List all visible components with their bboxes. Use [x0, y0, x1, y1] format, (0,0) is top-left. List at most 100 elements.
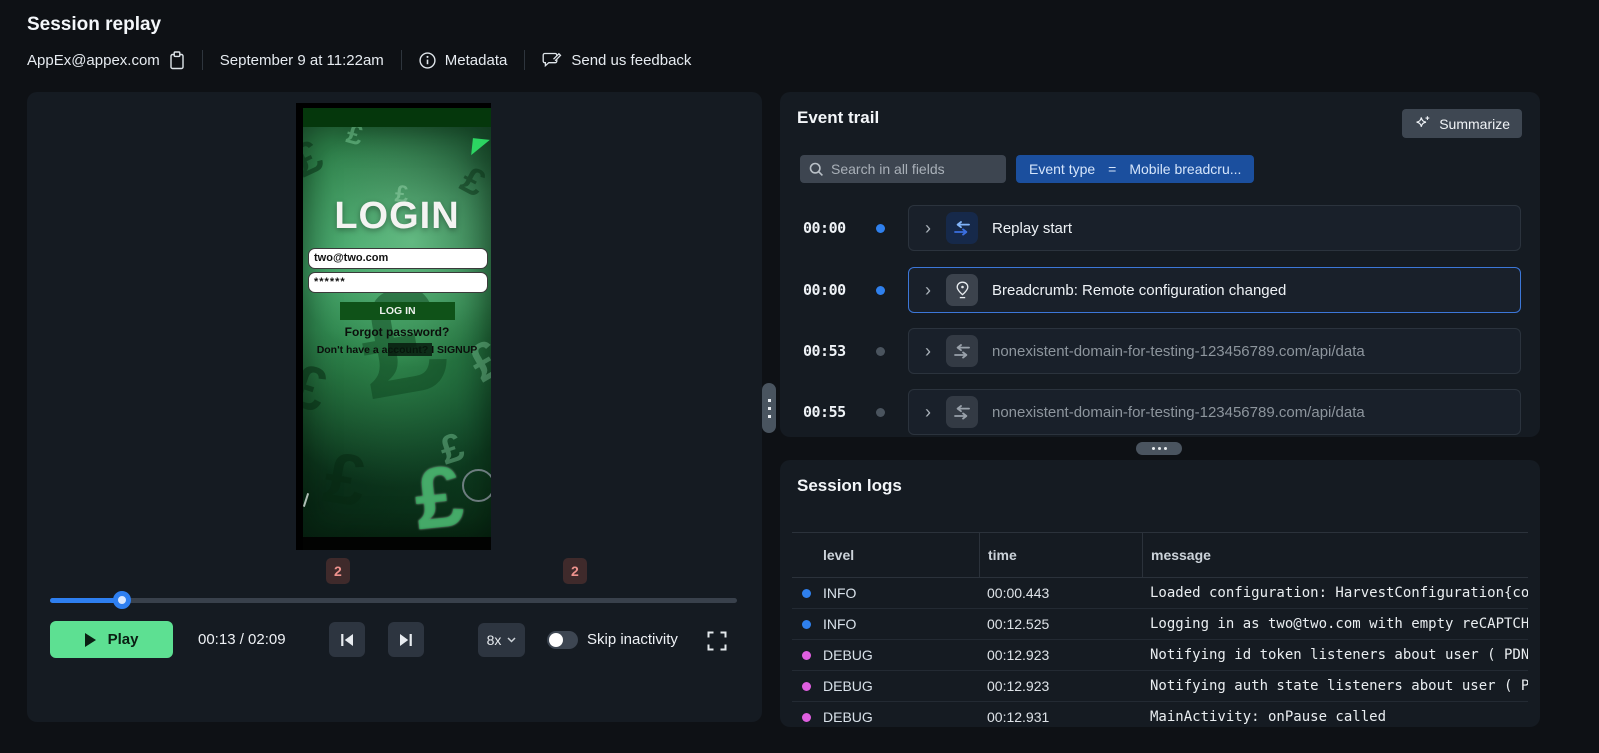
phone-bottom-bar [303, 537, 491, 550]
next-breadcrumb-button[interactable] [388, 622, 424, 657]
video-artifact [303, 493, 310, 507]
event-search[interactable] [800, 155, 1006, 183]
chevron-right-icon[interactable]: › [925, 403, 931, 421]
log-level: INFO [792, 585, 979, 601]
event-row: 00:00 › Replay start [780, 205, 1540, 251]
replay-video[interactable]: LOGIN two@two.com ****** LOG IN Forgot p… [296, 103, 491, 550]
log-level: DEBUG [792, 647, 979, 663]
metadata-button[interactable]: Metadata [419, 51, 508, 69]
log-level: INFO [792, 616, 979, 632]
password-field[interactable]: ****** [308, 272, 488, 293]
log-message: Logging in as two@two.com with empty reC… [1150, 616, 1528, 632]
timeline-marker-badge[interactable]: 2 [325, 558, 350, 584]
event-card[interactable]: › nonexistent-domain-for-testing-1234567… [908, 389, 1521, 435]
email-field[interactable]: two@two.com [308, 248, 488, 269]
timeline-marker-badge[interactable]: 2 [562, 558, 587, 584]
event-timestamp[interactable]: 00:00 [803, 267, 863, 313]
column-header-level[interactable]: level [792, 533, 979, 577]
fullscreen-button[interactable] [706, 630, 728, 652]
skip-back-icon [340, 633, 354, 647]
event-trail-title: Event trail [797, 108, 880, 127]
event-card[interactable]: › Replay start [908, 205, 1521, 251]
metadata-label: Metadata [444, 51, 508, 69]
panel-resize-handle[interactable] [762, 383, 776, 433]
log-level: DEBUG [792, 678, 979, 694]
event-row: 00:55 › nonexistent-domain-for-testing-1… [780, 389, 1540, 435]
log-time: 00:12.525 [987, 616, 1050, 632]
event-label: Replay start [992, 219, 1073, 237]
event-label: Breadcrumb: Remote configuration changed [992, 281, 1287, 299]
timeline-handle[interactable] [113, 591, 132, 609]
event-card[interactable]: › nonexistent-domain-for-testing-1234567… [908, 328, 1521, 374]
pound-glyph [318, 436, 372, 524]
event-label: nonexistent-domain-for-testing-123456789… [992, 403, 1365, 421]
touch-indicator [462, 469, 491, 502]
chevron-right-icon[interactable]: › [925, 219, 931, 237]
table-row[interactable]: DEBUG 00:12.923 Notifying id token liste… [792, 640, 1528, 671]
event-dot [876, 347, 885, 356]
event-dot [876, 408, 885, 417]
level-dot [802, 620, 811, 629]
divider [400, 50, 402, 70]
video-artifact [388, 343, 432, 356]
swap-arrows-icon [946, 396, 978, 428]
handle-dot [767, 414, 771, 418]
table-row[interactable]: INFO 00:00.443 Loaded configuration: Har… [792, 578, 1528, 609]
login-button[interactable]: LOG IN [340, 302, 455, 320]
filter-operator: = [1108, 161, 1117, 177]
event-card[interactable]: › Breadcrumb: Remote configuration chang… [908, 267, 1521, 313]
handle-dot [1151, 447, 1155, 450]
time-display: 00:13 / 02:09 [198, 631, 286, 648]
event-timestamp[interactable]: 00:00 [803, 205, 863, 251]
table-header: level time message [792, 532, 1528, 578]
event-timestamp[interactable]: 00:53 [803, 328, 863, 374]
handle-dot [767, 398, 771, 402]
search-input[interactable] [800, 155, 1006, 183]
event-type-filter-chip[interactable]: Event type = Mobile breadcru... [1016, 155, 1255, 183]
table-row[interactable]: INFO 00:12.525 Logging in as two@two.com… [792, 609, 1528, 640]
log-time: 00:12.923 [987, 647, 1050, 663]
summarize-button[interactable]: Summarize [1402, 109, 1522, 138]
skip-inactivity-toggle[interactable] [547, 631, 578, 649]
pound-glyph [434, 425, 469, 475]
log-time: 00:00.443 [987, 585, 1050, 601]
play-label: Play [107, 631, 139, 648]
handle-dot [767, 406, 771, 410]
fullscreen-icon [707, 631, 727, 651]
panel-resize-pill[interactable] [1136, 442, 1182, 455]
table-row[interactable]: DEBUG 00:12.923 Notifying auth state lis… [792, 671, 1528, 702]
event-timestamp[interactable]: 00:55 [803, 389, 863, 435]
column-header-time[interactable]: time [979, 533, 1142, 577]
replay-date: September 9 at 11:22am [219, 51, 384, 69]
forgot-password-link[interactable]: Forgot password? [303, 325, 491, 339]
session-logs-title: Session logs [797, 476, 902, 495]
table-row[interactable]: DEBUG 00:12.931 MainActivity: onPause ca… [792, 702, 1528, 727]
timeline-progress [50, 598, 123, 603]
feedback-label: Send us feedback [571, 51, 692, 69]
pound-glyph [303, 349, 336, 427]
clipboard-icon[interactable] [169, 50, 185, 70]
log-message: Loaded configuration: HarvestConfigurati… [1150, 585, 1528, 601]
session-logs-table: level time message INFO 00:00.443 Loaded… [792, 532, 1528, 727]
timeline-scrubber[interactable] [50, 591, 737, 609]
pound-glyph [343, 127, 366, 152]
replay-user: AppEx@appex.com [27, 50, 185, 70]
feedback-button[interactable]: Send us feedback [542, 51, 691, 69]
play-button[interactable]: Play [50, 621, 173, 658]
page-title: Session replay [27, 14, 162, 35]
login-screen-background: LOGIN two@two.com ****** LOG IN Forgot p… [303, 127, 491, 537]
phone-screen: LOGIN two@two.com ****** LOG IN Forgot p… [303, 108, 491, 550]
log-message: MainActivity: onPause called [1150, 709, 1387, 725]
event-row: 00:53 › nonexistent-domain-for-testing-1… [780, 328, 1540, 374]
play-icon [84, 632, 96, 647]
previous-breadcrumb-button[interactable] [329, 622, 365, 657]
chevron-right-icon[interactable]: › [925, 281, 931, 299]
swap-arrows-icon [946, 212, 978, 244]
timeline-marker-lane: 2 2 [50, 558, 737, 584]
playback-speed-select[interactable]: 8x [478, 623, 525, 657]
column-header-message[interactable]: message [1142, 533, 1528, 577]
chevron-right-icon[interactable]: › [925, 342, 931, 360]
level-dot [802, 713, 811, 722]
level-dot [802, 589, 811, 598]
event-label: nonexistent-domain-for-testing-123456789… [992, 342, 1365, 360]
